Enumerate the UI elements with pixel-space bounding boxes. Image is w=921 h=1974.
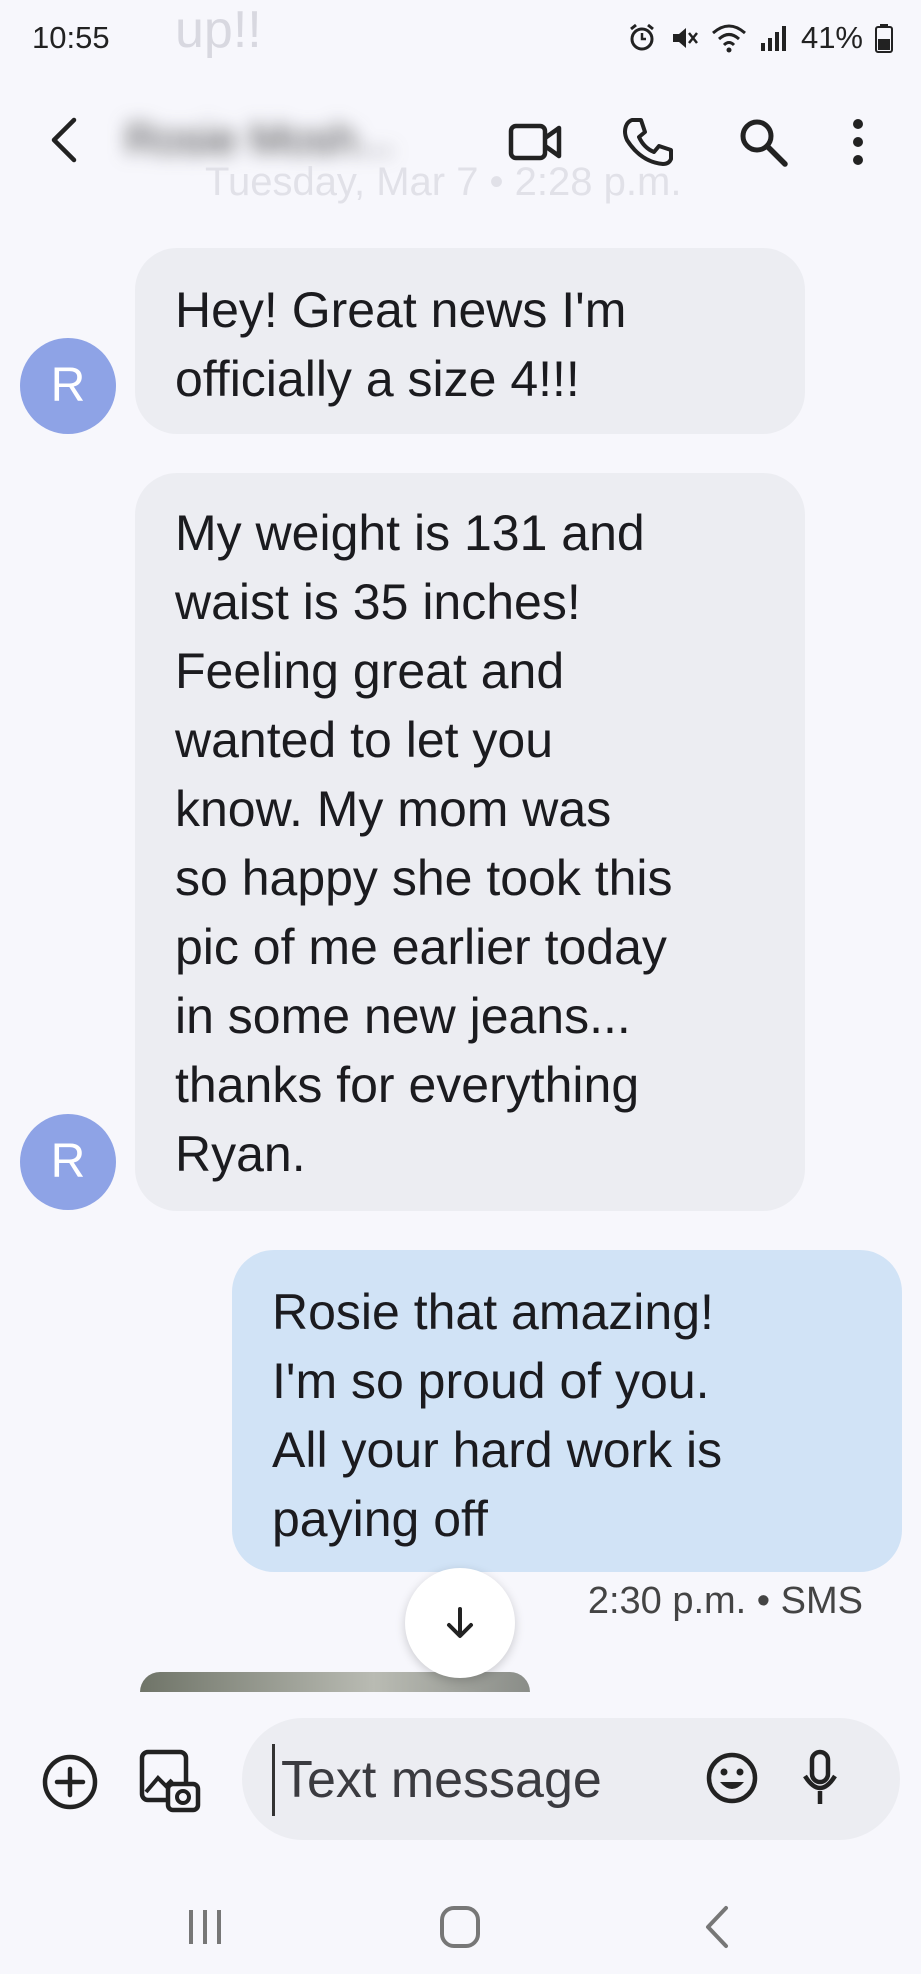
emoji-icon[interactable] [704, 1750, 760, 1806]
date-separator: Tuesday, Mar 7 • 2:28 p.m. [205, 160, 682, 204]
incoming-message-bubble[interactable]: Hey! Great news I'm officially a size 4!… [135, 248, 805, 434]
more-options-icon[interactable] [838, 112, 878, 172]
system-navigation-bar [0, 1880, 921, 1974]
message-input[interactable] [272, 1744, 703, 1816]
recents-icon[interactable] [175, 1902, 235, 1952]
background-faded-text: up!! [175, 1, 262, 59]
add-icon[interactable] [40, 1752, 100, 1812]
alarm-icon [630, 23, 654, 51]
gallery-icon[interactable] [138, 1748, 202, 1814]
home-icon[interactable] [430, 1902, 490, 1952]
nav-back-icon[interactable] [690, 1902, 750, 1952]
battery-icon [875, 24, 893, 53]
text-input-container [242, 1718, 900, 1840]
scroll-to-bottom-button[interactable] [405, 1568, 515, 1678]
incoming-message-bubble[interactable]: My weight is 131 and waist is 35 inches!… [135, 473, 805, 1211]
mute-icon [672, 28, 698, 48]
message-composer [0, 1700, 921, 1850]
back-icon[interactable] [40, 112, 96, 168]
wifi-icon [711, 24, 746, 53]
mic-icon[interactable] [800, 1748, 840, 1808]
signal-icon [760, 26, 786, 51]
contact-avatar[interactable]: R [20, 1114, 116, 1210]
status-bar: up!! 10:55 41% [0, 0, 921, 80]
arrow-down-icon [447, 1607, 473, 1638]
battery-percent: 41% [800, 20, 863, 55]
search-icon[interactable] [733, 112, 793, 172]
outgoing-message-bubble[interactable]: Rosie that amazing! I'm so proud of you.… [232, 1250, 902, 1572]
status-icons: 41% [627, 20, 893, 56]
message-timestamp: 2:30 p.m. • SMS [587, 1580, 863, 1622]
status-time: 10:55 [32, 20, 110, 55]
contact-avatar[interactable]: R [20, 338, 116, 434]
